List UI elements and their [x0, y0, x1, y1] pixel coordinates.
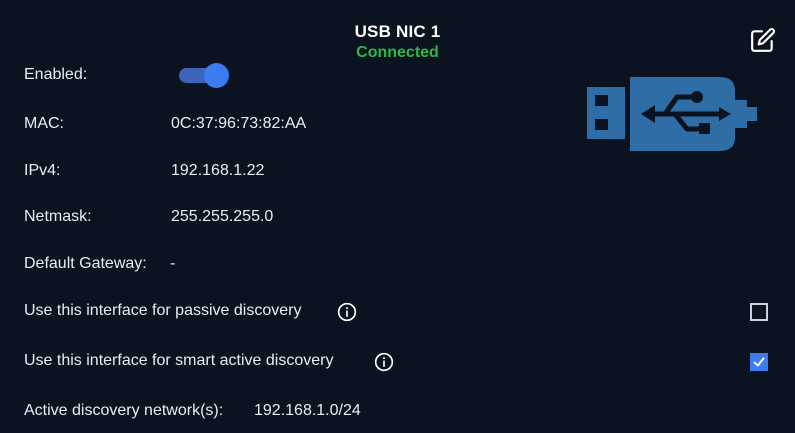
- toggle-knob: [204, 63, 229, 88]
- gateway-value: -: [170, 255, 176, 272]
- gateway-label: Default Gateway:: [24, 255, 147, 272]
- nic-title: USB NIC 1: [354, 22, 441, 41]
- mac-label: MAC:: [24, 115, 64, 132]
- netmask-value: 255.255.255.0: [171, 208, 274, 225]
- mac-value: 0C:37:96:73:82:AA: [171, 115, 307, 132]
- discovery-networks-label: Active discovery network(s):: [24, 402, 224, 419]
- ipv4-label: IPv4:: [24, 162, 61, 179]
- usb-drive-icon: [587, 77, 757, 151]
- ipv4-value: 192.168.1.22: [171, 162, 265, 179]
- connection-status: Connected: [356, 44, 439, 61]
- edit-icon[interactable]: [750, 27, 776, 53]
- discovery-networks-value: 192.168.1.0/24: [254, 402, 361, 419]
- check-icon: [753, 357, 765, 367]
- smart-discovery-checkbox[interactable]: [750, 353, 768, 371]
- passive-discovery-label: Use this interface for passive discovery: [24, 302, 302, 319]
- info-icon[interactable]: [374, 352, 394, 372]
- passive-discovery-checkbox[interactable]: [750, 303, 768, 321]
- nic-card: USB NIC 1 Connected Enabled: MAC: 0C:37:…: [0, 0, 795, 433]
- info-icon[interactable]: [337, 302, 357, 322]
- enabled-label: Enabled:: [24, 66, 88, 83]
- smart-discovery-label: Use this interface for smart active disc…: [24, 352, 334, 369]
- netmask-label: Netmask:: [24, 208, 92, 225]
- enabled-toggle[interactable]: [179, 63, 229, 88]
